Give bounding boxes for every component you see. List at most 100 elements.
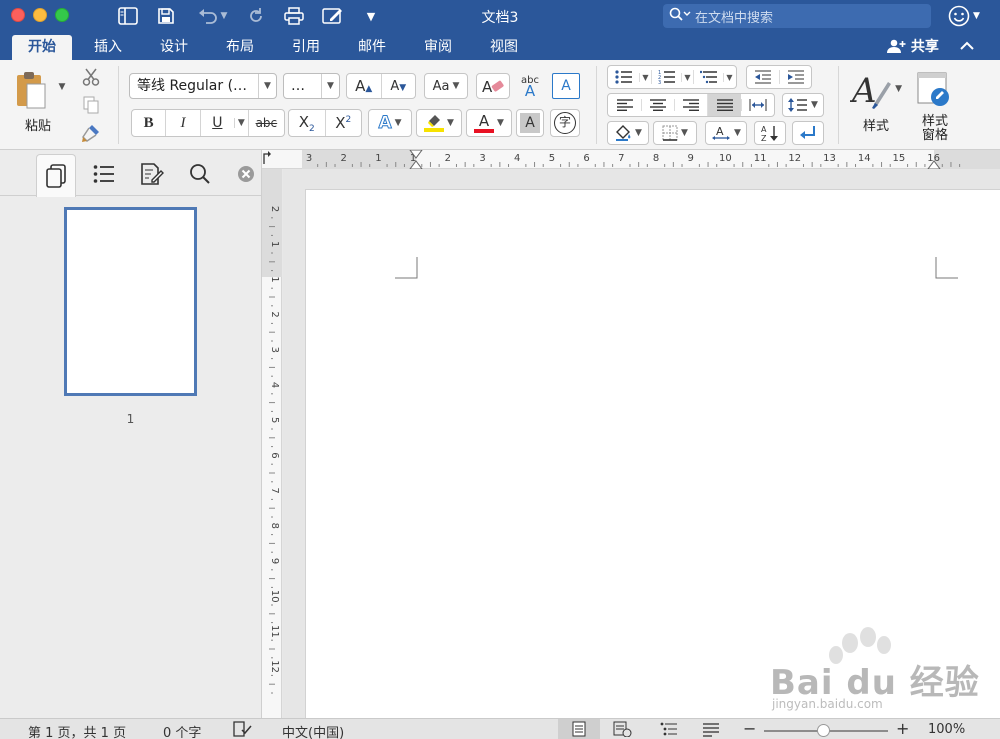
font-size-select[interactable]: … ▼: [283, 73, 340, 99]
tab-references[interactable]: 引用: [280, 35, 332, 60]
page-thumbnail[interactable]: [64, 207, 197, 396]
language-status[interactable]: 中文(中国): [282, 722, 344, 739]
redo-icon[interactable]: [244, 5, 268, 27]
asian-layout-button[interactable]: A ▼: [705, 121, 747, 145]
add-person-icon: [887, 39, 906, 53]
window-zoom-button[interactable]: [55, 8, 69, 22]
close-pane-button[interactable]: [226, 154, 266, 194]
enclose-character-button[interactable]: 字: [550, 109, 580, 137]
undo-icon[interactable]: ▼: [192, 5, 232, 27]
font-color-icon: A: [474, 113, 495, 133]
web-layout-view-icon[interactable]: [612, 721, 632, 739]
italic-button[interactable]: I: [166, 115, 199, 132]
clear-formatting-button[interactable]: A: [476, 73, 510, 99]
save-icon[interactable]: [154, 5, 178, 27]
borders-button[interactable]: ▼: [653, 121, 697, 145]
character-shading-button[interactable]: A: [516, 109, 544, 137]
justify-icon[interactable]: [707, 94, 741, 116]
text-effects-button[interactable]: A ▼: [368, 109, 412, 137]
format-painter-icon[interactable]: [80, 122, 102, 144]
phonetic-guide-button[interactable]: abc A: [514, 71, 546, 101]
underline-caret[interactable]: ▼: [233, 118, 248, 128]
styles-gallery-button[interactable]: A ▼: [848, 66, 902, 116]
tab-design[interactable]: 设计: [148, 35, 200, 60]
print-icon[interactable]: [282, 5, 306, 27]
sidebar-toggle-icon[interactable]: [116, 5, 140, 27]
outline-view-icon[interactable]: [660, 721, 678, 739]
tab-view[interactable]: 视图: [478, 35, 530, 60]
tab-home[interactable]: 开始: [12, 35, 72, 60]
draft-view-icon[interactable]: [702, 721, 720, 739]
navigation-pane: 1: [0, 150, 262, 718]
zoom-slider-handle[interactable]: [817, 724, 830, 737]
search-icon: [190, 164, 210, 184]
ribbon-home: ▼ 粘贴 等线 Regular (… ▼ … ▼ A▲ A▼ Aa ▼ A abc…: [0, 60, 1000, 150]
distributed-align-icon[interactable]: [741, 99, 774, 111]
phonetic-guide-bottom: A: [524, 82, 536, 100]
zoom-in-button[interactable]: +: [896, 719, 909, 738]
grow-font-button[interactable]: A▲: [347, 77, 381, 95]
proofing-icon[interactable]: [232, 721, 252, 739]
print-layout-view-icon[interactable]: [558, 719, 600, 739]
word-count-status[interactable]: 0 个字: [163, 722, 201, 739]
subscript-button[interactable]: X2: [289, 113, 325, 134]
tab-mailings[interactable]: 邮件: [346, 35, 398, 60]
paragraph-shading-button[interactable]: ▼: [607, 121, 649, 145]
increase-indent-icon[interactable]: [779, 70, 811, 84]
shrink-font-button[interactable]: A▼: [381, 79, 415, 94]
font-name-select[interactable]: 等线 Regular (… ▼: [129, 73, 277, 99]
cut-icon[interactable]: [80, 66, 102, 88]
multilevel-list-icon[interactable]: [693, 70, 723, 84]
collapse-ribbon-icon[interactable]: [960, 35, 974, 60]
change-case-button[interactable]: Aa ▼: [424, 73, 468, 99]
ruler-label: 12: [788, 153, 801, 164]
tab-insert[interactable]: 插入: [82, 35, 134, 60]
underline-button[interactable]: U: [201, 115, 234, 131]
bold-button[interactable]: B: [132, 115, 165, 132]
ruler-label: 8: [653, 153, 659, 164]
highlight-color-button[interactable]: ▼: [416, 109, 462, 137]
horizontal-ruler[interactable]: 3 2 1 1 2 3 4 5 6 7 8 9 10 11 12 13 14 15 16: [262, 149, 1000, 170]
window-close-button[interactable]: [11, 8, 25, 22]
font-color-button[interactable]: A ▼: [466, 109, 512, 137]
edit-document-icon[interactable]: [320, 5, 346, 27]
decrease-indent-icon[interactable]: [747, 70, 779, 84]
copy-icon[interactable]: [80, 94, 102, 116]
vertical-ruler[interactable]: 2 1 1 2 3 4 5 6 7 8 9 10 11 12: [262, 169, 282, 718]
numbering-icon[interactable]: 123: [651, 70, 681, 84]
superscript-button[interactable]: X2: [325, 114, 361, 132]
styles-pane-button[interactable]: [914, 68, 956, 112]
bullets-caret[interactable]: ▼: [639, 72, 651, 82]
bullets-icon[interactable]: [609, 70, 639, 84]
window-minimize-button[interactable]: [33, 8, 47, 22]
font-size-value: …: [291, 78, 305, 94]
find-tab[interactable]: [180, 154, 220, 194]
strikethrough-button[interactable]: abc: [249, 116, 284, 130]
character-border-button[interactable]: A: [552, 73, 580, 99]
zoom-out-button[interactable]: −: [743, 719, 756, 738]
search-box[interactable]: 在文档中搜索: [663, 4, 931, 28]
feedback-smiley-icon[interactable]: ▼: [948, 4, 988, 28]
share-button[interactable]: 共享: [886, 35, 939, 60]
align-right-icon[interactable]: [674, 99, 707, 111]
ruler-label: 3: [269, 347, 280, 353]
reviewing-tab[interactable]: [132, 154, 172, 194]
document-map-tab[interactable]: [84, 154, 124, 194]
line-spacing-icon: [788, 98, 808, 112]
tab-review[interactable]: 审阅: [412, 35, 464, 60]
page-count-status[interactable]: 第 1 页，共 1 页: [28, 722, 126, 739]
align-center-icon[interactable]: [641, 99, 674, 111]
ruler-label: 11: [269, 625, 280, 638]
paste-options-caret[interactable]: ▼: [56, 80, 68, 94]
zoom-level[interactable]: 100%: [928, 722, 965, 737]
paste-button[interactable]: [12, 68, 52, 112]
numbering-caret[interactable]: ▼: [681, 72, 693, 82]
sort-button[interactable]: AZ: [754, 121, 786, 145]
customize-toolbar-icon[interactable]: ▼: [362, 5, 380, 27]
multilevel-list-caret[interactable]: ▼: [723, 72, 735, 82]
line-spacing-button[interactable]: ▼: [782, 93, 824, 117]
thumbnails-tab[interactable]: [36, 154, 76, 197]
tab-layout[interactable]: 布局: [214, 35, 266, 60]
show-formatting-marks-button[interactable]: [792, 121, 824, 145]
align-left-icon[interactable]: [608, 99, 641, 111]
